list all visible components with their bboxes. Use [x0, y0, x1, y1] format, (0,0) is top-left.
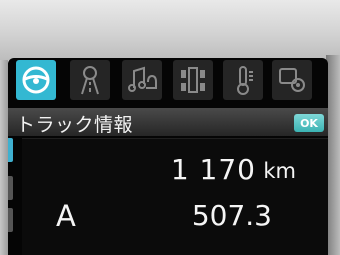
side-tab[interactable] [8, 176, 13, 200]
menu-item-vehicle[interactable] [173, 60, 213, 100]
page-title: トラック情報 [16, 114, 134, 136]
total-distance-value: 1 170 [170, 153, 256, 186]
thermometer-icon [237, 66, 253, 95]
vehicle-chassis-icon [181, 67, 205, 93]
truck-info-panel: 1 170 km A 507.3 [22, 138, 328, 255]
device-bezel-left [0, 60, 8, 255]
side-tab[interactable] [8, 208, 13, 232]
trip-a-row: A 507.3 [22, 199, 302, 239]
ok-button[interactable]: OK [294, 114, 324, 132]
distance-unit: km [263, 159, 296, 183]
side-tab-active[interactable] [8, 138, 13, 162]
menu-icon-bar [16, 60, 320, 102]
settings-icon [279, 68, 305, 92]
device-bezel-right [326, 55, 340, 255]
menu-item-music[interactable] [122, 60, 162, 100]
trip-value: 507.3 [191, 199, 272, 232]
menu-item-settings[interactable] [272, 60, 312, 100]
device-bezel-top [0, 0, 340, 60]
menu-item-temperature[interactable] [223, 60, 263, 100]
steering-wheel-icon [22, 66, 50, 94]
menu-item-road[interactable] [70, 60, 110, 100]
music-icon [128, 66, 157, 92]
total-distance-row: 1 170 km [22, 153, 302, 193]
title-bar: トラック情報 OK [8, 108, 328, 136]
trip-label: A [56, 199, 76, 233]
road-icon [81, 66, 99, 95]
dashboard-display: トラック情報 OK 1 170 km A 507.3 [8, 58, 328, 255]
menu-item-truck-info[interactable] [16, 60, 56, 100]
